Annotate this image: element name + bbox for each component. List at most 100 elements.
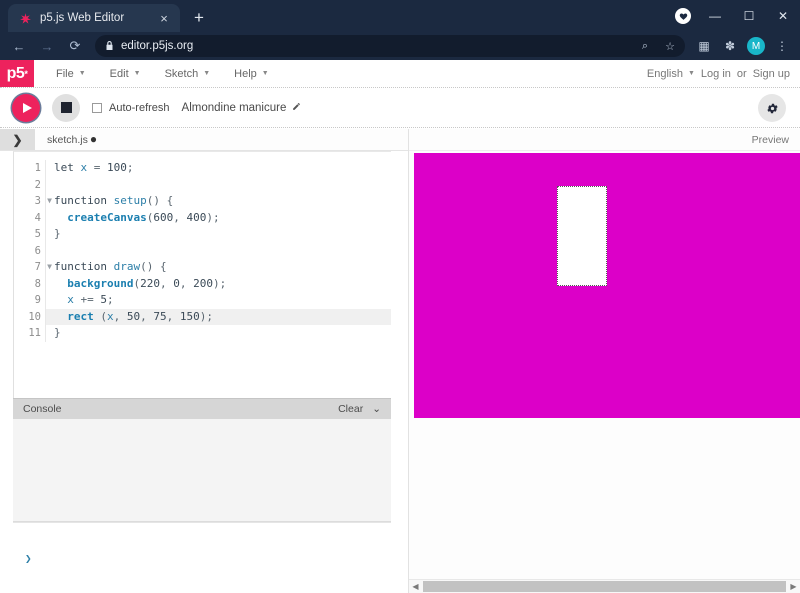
scroll-left-arrow-icon[interactable]: ◀ xyxy=(409,582,422,591)
back-icon[interactable]: ← xyxy=(6,34,32,58)
console-header[interactable]: Console Clear ⌄ xyxy=(13,398,391,420)
or-label: or xyxy=(736,67,747,80)
sketch-canvas[interactable] xyxy=(414,153,800,418)
window-minimize-button[interactable]: — xyxy=(698,0,732,32)
chevron-down-icon: ▼ xyxy=(687,70,695,77)
editor-vertical-scrollbar[interactable] xyxy=(382,152,391,398)
unsaved-dot-icon: ● xyxy=(89,131,98,146)
avatar-letter: M xyxy=(747,37,765,55)
window-maximize-button[interactable]: ☐ xyxy=(732,0,766,32)
scroll-right-arrow-icon[interactable]: ▶ xyxy=(787,582,800,591)
code-line[interactable]: function draw() { xyxy=(54,259,391,276)
menu-sketch[interactable]: Sketch ▼ xyxy=(153,68,223,80)
code-token: += xyxy=(73,293,101,306)
file-tab-bar: ❯ sketch.js ● xyxy=(0,129,408,151)
file-tab-label: sketch.js xyxy=(47,133,88,146)
code-line[interactable]: } xyxy=(54,325,391,342)
line-number: 2 xyxy=(34,178,41,191)
browser-menu-icon[interactable]: ⋮ xyxy=(770,34,794,58)
extensions-puzzle-icon[interactable]: ✽ xyxy=(718,34,742,58)
code-token: 50 xyxy=(126,309,141,323)
pencil-edit-icon[interactable] xyxy=(292,102,301,114)
p5-web-editor: p5 * File ▼ Edit ▼ Sketch ▼ Help ▼ Engli… xyxy=(0,60,800,593)
code-token: draw xyxy=(113,260,141,273)
autorefresh-label: Auto-refresh xyxy=(109,101,170,114)
code-line[interactable]: function setup() { xyxy=(54,193,391,210)
menu-sketch-label: Sketch xyxy=(164,67,199,80)
autorefresh-checkbox[interactable] xyxy=(92,102,102,113)
code-token: , xyxy=(173,210,187,224)
language-label: English xyxy=(646,67,683,80)
code-token: x xyxy=(67,293,74,306)
code-token: () { xyxy=(140,260,167,273)
address-bar[interactable]: editor.p5js.org ⌕ ☆ xyxy=(95,35,685,57)
line-number: 9 xyxy=(34,294,41,306)
code-token: , xyxy=(159,276,174,290)
bookmark-star-icon[interactable]: ☆ xyxy=(661,40,679,53)
chevron-down-icon: ▼ xyxy=(133,70,141,77)
browser-tab[interactable]: p5.js Web Editor × xyxy=(8,4,180,32)
code-line[interactable]: x += 5; xyxy=(54,292,391,309)
avatar[interactable]: M xyxy=(744,34,768,58)
console-input[interactable]: ❯ xyxy=(13,522,391,593)
chevron-down-icon: ▼ xyxy=(203,70,211,77)
fold-triangle-icon[interactable]: ▼ xyxy=(47,193,52,210)
stop-icon[interactable] xyxy=(52,93,80,122)
preview-label: Preview xyxy=(751,133,789,146)
lock-icon xyxy=(105,40,114,53)
code-editor[interactable]: 1 2 3 ▼ 4 5 6 7 ▼ 8 9 10 11 let x = 100; function se… xyxy=(13,151,391,399)
preview-horizontal-scrollbar[interactable]: ◀ ▶ xyxy=(409,579,800,593)
file-tab-sketch-js[interactable]: sketch.js ● xyxy=(35,129,109,150)
code-token: } xyxy=(54,326,61,339)
code-token: , xyxy=(113,309,127,323)
code-line[interactable]: } xyxy=(54,226,391,243)
code-token: , xyxy=(179,276,194,290)
sidebar-toggle-button[interactable]: ❯ xyxy=(0,129,35,150)
browser-window: p5.js Web Editor × + — ☐ ✕ ← → ⟳ editor.… xyxy=(0,0,800,593)
code-token: let xyxy=(54,161,81,174)
reload-icon[interactable]: ⟳ xyxy=(62,34,88,58)
console-output xyxy=(13,419,391,523)
menu-file[interactable]: File ▼ xyxy=(44,68,98,80)
code-line[interactable]: let x = 100; xyxy=(54,160,391,177)
code-lines[interactable]: let x = 100; function setup() { createCa… xyxy=(46,160,391,342)
sketch-preview-area[interactable] xyxy=(409,151,800,579)
window-close-button[interactable]: ✕ xyxy=(766,0,800,32)
address-bar-url: editor.p5js.org xyxy=(121,40,194,52)
p5-star-icon xyxy=(18,11,32,25)
menu-help[interactable]: Help ▼ xyxy=(222,68,281,80)
menu-edit[interactable]: Edit ▼ xyxy=(98,68,153,80)
search-icon[interactable]: ⌕ xyxy=(636,40,654,53)
new-tab-button[interactable]: + xyxy=(186,5,212,31)
profile-badge-icon[interactable] xyxy=(675,8,691,24)
language-selector[interactable]: English ▼ xyxy=(647,68,695,80)
fold-triangle-icon[interactable]: ▼ xyxy=(47,259,52,276)
code-line[interactable] xyxy=(54,243,391,260)
media-icon[interactable]: ▦ xyxy=(692,34,716,58)
line-number: 5 xyxy=(34,228,41,240)
console-clear-button[interactable]: Clear xyxy=(338,403,363,415)
code-token: ; xyxy=(126,161,134,174)
autorefresh-toggle[interactable]: Auto-refresh xyxy=(92,102,170,114)
chevron-down-icon[interactable]: ⌄ xyxy=(372,403,381,415)
browser-tabstrip: p5.js Web Editor × + — ☐ ✕ xyxy=(0,0,800,32)
code-line[interactable]: background(220, 0, 200); xyxy=(54,276,391,293)
gear-icon[interactable] xyxy=(758,94,786,122)
scrollbar-thumb[interactable] xyxy=(423,581,786,592)
sketch-name-field[interactable]: Almondine manicure xyxy=(182,102,302,114)
p5-logo[interactable]: p5 * xyxy=(0,60,34,87)
chevron-down-icon: ▼ xyxy=(78,70,86,77)
login-link[interactable]: Log in xyxy=(701,68,731,80)
code-token: 0 xyxy=(173,276,180,290)
code-token: 220 xyxy=(140,276,160,290)
code-line[interactable] xyxy=(54,177,391,194)
code-token: , xyxy=(166,309,180,323)
code-token: ( xyxy=(93,309,107,323)
close-icon[interactable]: × xyxy=(156,10,172,26)
forward-icon[interactable]: → xyxy=(34,34,60,58)
signup-link[interactable]: Sign up xyxy=(753,68,790,80)
play-icon[interactable] xyxy=(12,93,40,122)
code-line[interactable]: rect (x, 50, 75, 150); xyxy=(46,308,391,325)
p5-toolbar: Auto-refresh Almondine manicure xyxy=(0,88,800,128)
code-line[interactable]: createCanvas(600, 400); xyxy=(54,210,391,227)
